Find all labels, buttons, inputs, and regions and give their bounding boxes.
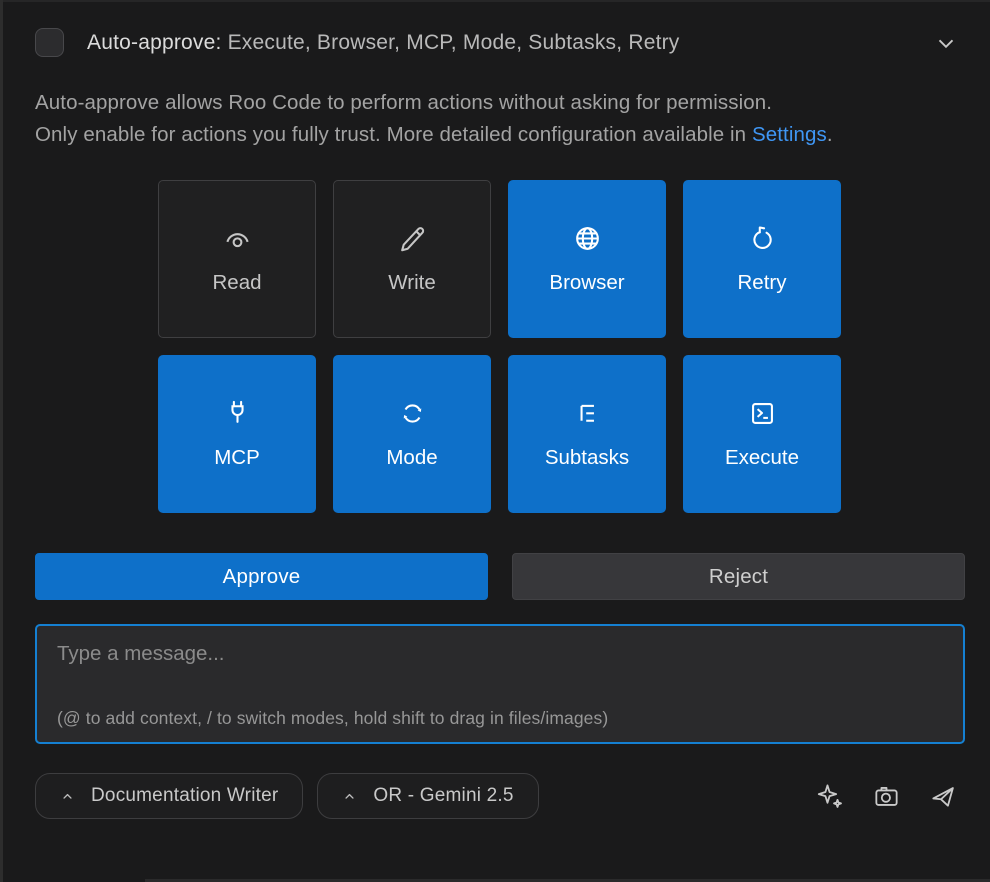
approve-button[interactable]: Approve <box>35 553 488 600</box>
panel-left-border <box>0 0 3 882</box>
chat-input[interactable] <box>37 626 963 742</box>
camera-icon <box>872 782 901 811</box>
list-tree-icon <box>572 398 603 429</box>
toggle-label: Read <box>212 271 261 295</box>
mode-select[interactable]: Documentation Writer <box>35 773 303 819</box>
toggle-mode[interactable]: Mode <box>333 355 491 513</box>
auto-approve-checkbox[interactable] <box>35 28 64 57</box>
screenshot-button[interactable] <box>872 782 901 811</box>
refresh-icon <box>747 223 778 254</box>
eye-icon <box>222 223 253 254</box>
reject-button[interactable]: Reject <box>512 553 965 600</box>
toggle-label: MCP <box>214 446 260 470</box>
toggle-label: Write <box>388 271 435 295</box>
auto-approve-title: Auto-approve: Execute, Browser, MCP, Mod… <box>87 31 680 55</box>
plug-icon <box>222 398 253 429</box>
globe-icon <box>572 223 603 254</box>
model-select[interactable]: OR - Gemini 2.5 <box>317 773 538 819</box>
chat-action-icons <box>816 782 965 811</box>
auto-approve-toggle-grid: Read Write Browser <box>158 180 841 513</box>
description-line-2: Only enable for actions you fully trust.… <box>35 123 752 146</box>
toggle-mcp[interactable]: MCP <box>158 355 316 513</box>
auto-approve-summary: Execute, Browser, MCP, Mode, Subtasks, R… <box>228 31 680 54</box>
toggle-read[interactable]: Read <box>158 180 316 338</box>
send-icon <box>928 782 957 811</box>
action-buttons-row: Approve Reject <box>35 553 965 600</box>
toggle-retry[interactable]: Retry <box>683 180 841 338</box>
send-button[interactable] <box>928 782 957 811</box>
toggle-label: Retry <box>738 271 787 295</box>
model-select-value: OR - Gemini 2.5 <box>373 785 513 807</box>
bottom-bar: Documentation Writer OR - Gemini 2.5 <box>35 773 965 819</box>
toggle-label: Browser <box>549 271 624 295</box>
description-suffix: . <box>827 123 833 146</box>
panel-top-border <box>0 0 990 2</box>
pencil-icon <box>397 223 428 254</box>
enhance-prompt-button[interactable] <box>816 782 845 811</box>
auto-approve-panel: Auto-approve: Execute, Browser, MCP, Mod… <box>0 0 990 819</box>
chat-input-container[interactable]: (@ to add context, / to switch modes, ho… <box>35 624 965 744</box>
mode-select-value: Documentation Writer <box>91 785 278 807</box>
toggle-write[interactable]: Write <box>333 180 491 338</box>
chevron-down-icon[interactable] <box>933 30 959 56</box>
toggle-browser[interactable]: Browser <box>508 180 666 338</box>
description-line-1: Auto-approve allows Roo Code to perform … <box>35 87 935 119</box>
terminal-icon <box>747 398 778 429</box>
settings-link[interactable]: Settings <box>752 123 827 146</box>
toggle-label: Mode <box>386 446 437 470</box>
sync-icon <box>397 398 428 429</box>
auto-approve-title-label: Auto-approve: <box>87 31 222 54</box>
auto-approve-description: Auto-approve allows Roo Code to perform … <box>35 87 935 150</box>
toggle-execute[interactable]: Execute <box>683 355 841 513</box>
toggle-subtasks[interactable]: Subtasks <box>508 355 666 513</box>
toggle-label: Subtasks <box>545 446 629 470</box>
chevron-up-icon <box>60 789 75 804</box>
sparkle-icon <box>816 782 845 811</box>
toggle-label: Execute <box>725 446 799 470</box>
auto-approve-header[interactable]: Auto-approve: Execute, Browser, MCP, Mod… <box>35 28 965 57</box>
chevron-up-icon <box>342 789 357 804</box>
